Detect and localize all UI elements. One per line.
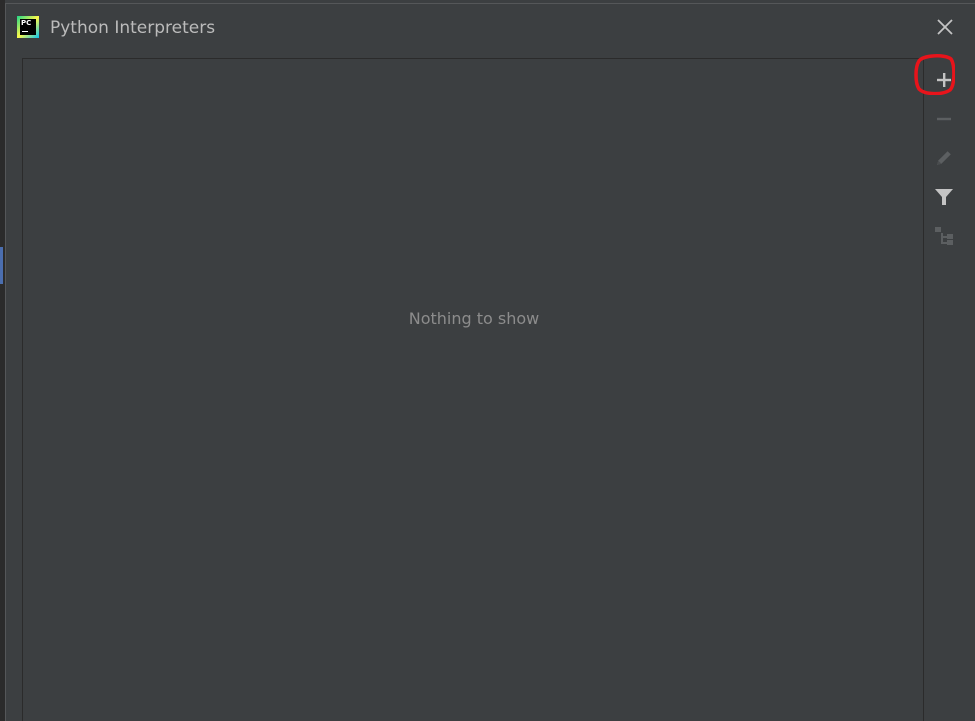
pycharm-icon: PC: [17, 16, 39, 38]
interpreter-toolbar: [924, 58, 975, 721]
filter-icon: [935, 189, 953, 205]
pencil-icon: [937, 151, 951, 165]
empty-list-message: Nothing to show: [408, 309, 540, 328]
minus-icon: [937, 117, 951, 121]
add-interpreter-button[interactable]: [932, 68, 956, 92]
screen: PC Python Interpreters Nothing to show: [0, 0, 975, 721]
edit-interpreter-button[interactable]: [932, 146, 956, 170]
close-button[interactable]: [932, 14, 958, 40]
close-icon: [937, 19, 953, 35]
show-interpreter-paths-button[interactable]: [932, 224, 956, 248]
interpreter-list[interactable]: Nothing to show: [22, 58, 924, 721]
plus-icon: [937, 73, 951, 87]
filter-button[interactable]: [932, 185, 956, 209]
tree-icon: [935, 227, 953, 245]
dialog-title: Python Interpreters: [50, 18, 216, 38]
remove-interpreter-button[interactable]: [932, 107, 956, 131]
parent-selection-highlight: [0, 247, 3, 284]
python-interpreters-dialog: PC Python Interpreters Nothing to show: [5, 3, 975, 721]
dialog-titlebar: PC Python Interpreters: [6, 4, 975, 54]
pycharm-icon-label: PC: [20, 19, 36, 35]
